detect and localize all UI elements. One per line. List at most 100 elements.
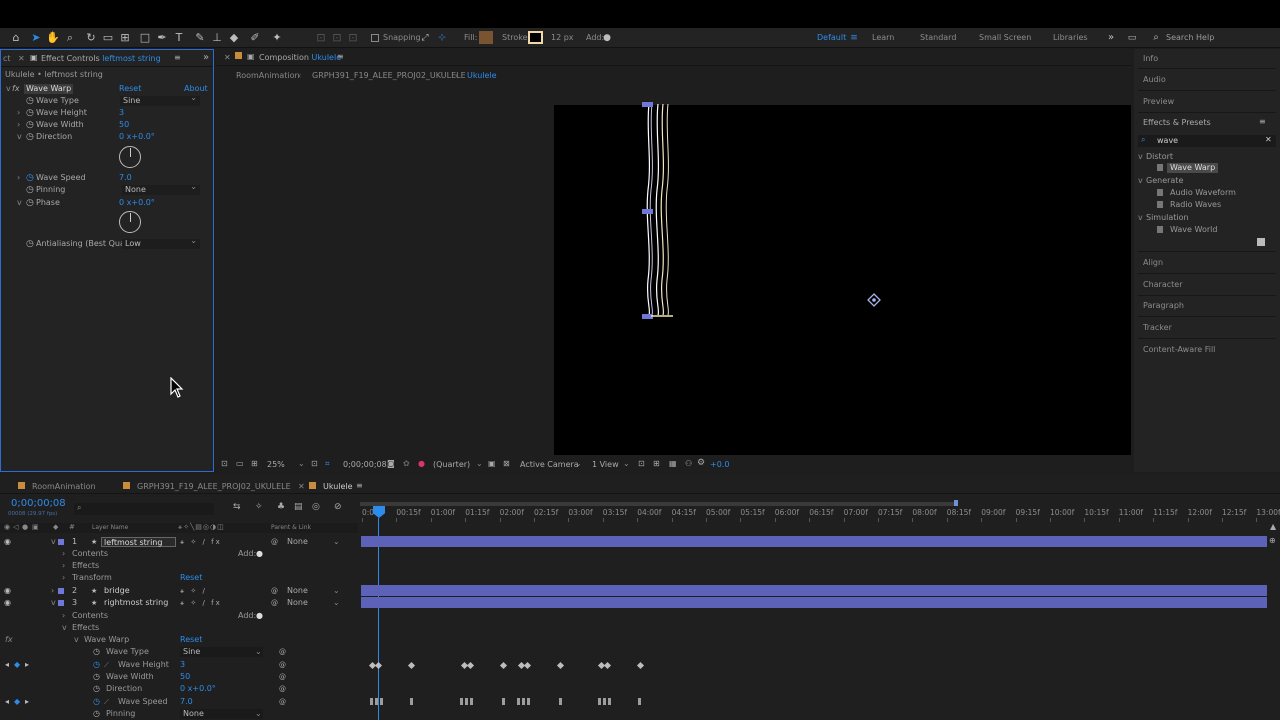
prev-tab-label[interactable]: ct bbox=[3, 54, 11, 63]
layer-color-label[interactable] bbox=[58, 600, 64, 606]
hold-keyframe[interactable] bbox=[522, 698, 525, 705]
keyframe[interactable] bbox=[466, 661, 475, 670]
add-shape-icon[interactable]: ● bbox=[600, 31, 614, 45]
layer-switches[interactable]: ⚹ ✧ / fx bbox=[180, 597, 222, 609]
collapse-arrow-icon[interactable]: v bbox=[6, 83, 11, 95]
snapping-checkbox[interactable] bbox=[371, 34, 379, 42]
camera-dropdown[interactable]: Active Camera bbox=[520, 460, 579, 469]
ec-antialiasing-dropdown[interactable]: Low bbox=[122, 236, 200, 249]
expand-arrow-icon[interactable]: v bbox=[1138, 213, 1143, 222]
collapse-arrow-icon[interactable]: v bbox=[51, 597, 56, 609]
workspace-menu-icon[interactable]: ≡ bbox=[847, 31, 861, 45]
ec-reset-button[interactable]: Reset bbox=[119, 83, 141, 95]
hold-keyframe[interactable] bbox=[465, 698, 468, 705]
stopwatch-active-icon[interactable]: ◷ bbox=[93, 696, 100, 708]
mask-visibility-icon[interactable]: ⌗ bbox=[325, 459, 330, 469]
panel-toggle-icon[interactable]: ▭ bbox=[1125, 31, 1139, 45]
effect-item-audio-waveform[interactable]: Audio Waveform bbox=[1170, 188, 1236, 197]
layer-name-input[interactable]: leftmost string bbox=[101, 537, 176, 547]
stopwatch-icon[interactable]: ◷ bbox=[93, 683, 100, 695]
ec-wave-height-value[interactable]: 3 bbox=[119, 107, 124, 119]
composition-tab[interactable]: Composition Ukulele bbox=[259, 53, 341, 62]
chevron-down-icon[interactable]: ⌄ bbox=[333, 585, 340, 597]
effects-label[interactable]: Effects bbox=[72, 622, 99, 634]
pen-tool-icon[interactable]: ✒ bbox=[155, 31, 169, 45]
effect-controls-tab[interactable]: Effect Controls leftmost string bbox=[41, 54, 161, 63]
ec-wave-type-dropdown[interactable]: Sine bbox=[120, 93, 200, 106]
hold-keyframe[interactable] bbox=[460, 698, 463, 705]
collapse-arrow-icon[interactable]: v bbox=[51, 536, 56, 548]
chevron-down-icon[interactable]: ⌄ bbox=[623, 459, 630, 468]
wave-type-dropdown[interactable]: Sine bbox=[180, 647, 263, 657]
roto-brush-tool-icon[interactable]: ✐ bbox=[248, 31, 262, 45]
category-generate[interactable]: Generate bbox=[1146, 176, 1183, 185]
layer-row-2[interactable]: ◉ › 2 ★ bridge ⚹ ✧ / @ None ⌄ bbox=[0, 585, 358, 597]
expand-arrow-icon[interactable]: › bbox=[62, 560, 65, 572]
exposure-value[interactable]: +0.0 bbox=[710, 460, 729, 469]
view-axis-icon[interactable]: ⊡ bbox=[346, 31, 360, 45]
hold-keyframe[interactable] bbox=[527, 698, 530, 705]
show-snapshot-icon[interactable]: ✿ bbox=[403, 459, 410, 468]
prev-keyframe-icon[interactable]: ◂ bbox=[5, 696, 9, 708]
audio-switch-icon[interactable]: ◁ bbox=[13, 523, 18, 531]
workspace-small-screen[interactable]: Small Screen bbox=[979, 33, 1031, 42]
zoom-out-icon[interactable]: ▲ bbox=[1270, 522, 1276, 531]
display-icon[interactable]: ▭ bbox=[236, 459, 244, 468]
brush-tool-icon[interactable]: ✎ bbox=[193, 31, 207, 45]
label-column-icon[interactable]: ◆ bbox=[53, 523, 58, 531]
ec-wave-width-value[interactable]: 50 bbox=[119, 119, 129, 131]
stopwatch-active-icon[interactable]: ◷ bbox=[93, 659, 100, 671]
toggle-pixel-aspect-icon[interactable]: ⊡ bbox=[638, 459, 645, 468]
hold-keyframe[interactable] bbox=[598, 698, 601, 705]
eye-icon[interactable]: ◉ bbox=[4, 585, 11, 597]
stopwatch-icon[interactable]: ◷ bbox=[93, 708, 100, 720]
hold-keyframe[interactable] bbox=[559, 698, 562, 705]
rectangle-tool-icon[interactable]: □ bbox=[138, 31, 152, 45]
layer-name[interactable]: bridge bbox=[104, 585, 130, 597]
parent-dropdown[interactable]: None bbox=[287, 585, 308, 597]
hold-keyframe[interactable] bbox=[638, 698, 641, 705]
pick-whip-icon[interactable]: @ bbox=[271, 597, 278, 609]
stopwatch-icon[interactable]: ◷ bbox=[93, 671, 100, 683]
time-ruler[interactable]: 0:00f 00:15f 01:00f 01:15f 02:00f 02:15f 03:00… bbox=[0, 474, 1280, 524]
layer-switches[interactable]: ⚹ ✧ / bbox=[180, 585, 207, 597]
expand-arrow-icon[interactable]: › bbox=[62, 610, 65, 622]
expand-arrow-icon[interactable]: › bbox=[17, 172, 20, 184]
effect-item-wave-world[interactable]: Wave World bbox=[1170, 225, 1217, 234]
clone-stamp-tool-icon[interactable]: ⊥ bbox=[210, 31, 224, 45]
comp-timecode[interactable]: 0;00;00;08 bbox=[343, 460, 387, 469]
zoom-in-icon[interactable]: ⊕ bbox=[1269, 536, 1276, 545]
fx-icon[interactable]: fx bbox=[12, 83, 20, 95]
stopwatch-icon[interactable]: ◷ bbox=[26, 131, 34, 143]
stopwatch-icon[interactable]: ◷ bbox=[26, 119, 34, 131]
hold-keyframe[interactable] bbox=[410, 698, 413, 705]
workspace-learn[interactable]: Learn bbox=[872, 33, 894, 42]
comp-breadcrumb-room[interactable]: RoomAnimation bbox=[236, 71, 300, 80]
composition-canvas[interactable] bbox=[554, 102, 1131, 455]
layer-name-column[interactable]: Layer Name bbox=[92, 524, 128, 531]
parent-dropdown[interactable]: None bbox=[287, 536, 308, 548]
keyframe[interactable] bbox=[523, 661, 532, 670]
contents-label[interactable]: Contents bbox=[72, 610, 108, 622]
snapshot-icon[interactable]: ◙ bbox=[387, 459, 395, 468]
layer-color-label[interactable] bbox=[58, 539, 64, 545]
chevron-down-icon[interactable]: ⌄ bbox=[333, 536, 340, 548]
collapse-arrow-icon[interactable]: v bbox=[62, 622, 67, 634]
zoom-dropdown[interactable]: 25% bbox=[267, 460, 285, 469]
close-tab-icon[interactable]: ✕ bbox=[224, 53, 231, 62]
add-keyframe-icon[interactable]: ◆ bbox=[14, 696, 20, 708]
layer-row-3[interactable]: ◉ v 3 ★ rightmost string ⚹ ✧ / fx @ None… bbox=[0, 597, 358, 609]
hold-keyframe[interactable] bbox=[370, 698, 373, 705]
ec-phase-dial[interactable] bbox=[119, 211, 141, 233]
solo-switch-icon[interactable]: ● bbox=[22, 523, 28, 531]
effects-presets-title[interactable]: Effects & Presets bbox=[1143, 118, 1211, 127]
ec-effect-header[interactable]: v fx Wave Warp Reset About bbox=[1, 83, 213, 95]
keyframe[interactable] bbox=[499, 661, 508, 670]
new-preset-icon[interactable] bbox=[1257, 238, 1265, 246]
panel-menu-icon[interactable]: ≡ bbox=[337, 52, 344, 61]
ec-pinning-dropdown[interactable]: None bbox=[122, 182, 200, 195]
fast-previews-icon[interactable]: ▣ bbox=[488, 459, 496, 468]
stroke-width-value[interactable]: 12 px bbox=[551, 33, 574, 42]
stopwatch-icon[interactable]: ◷ bbox=[26, 197, 34, 209]
ec-effect-name[interactable]: Wave Warp bbox=[24, 84, 74, 94]
